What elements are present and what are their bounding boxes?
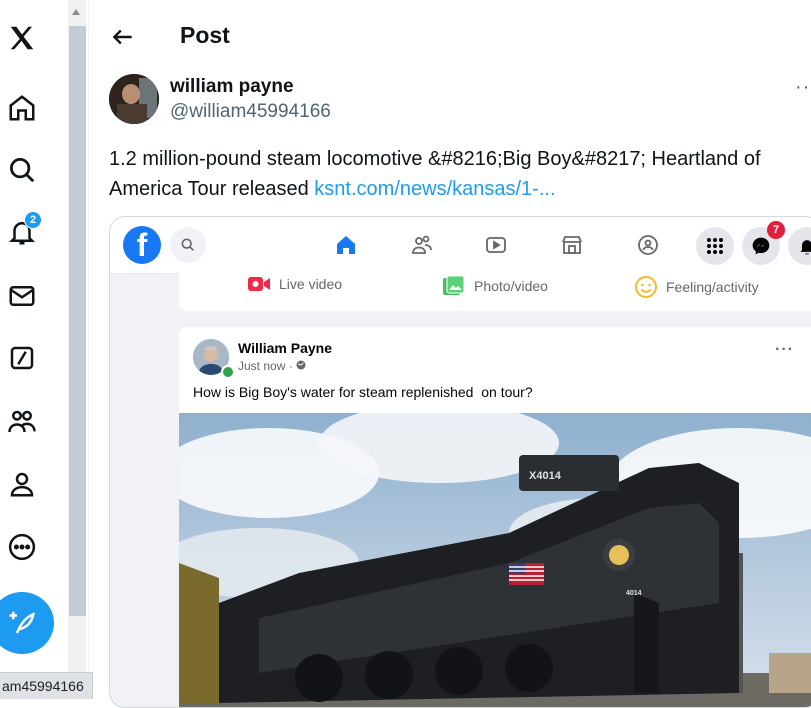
notifications-badge: 2 [24, 211, 42, 229]
fb-home-icon [332, 231, 360, 259]
fb-post-timestamp: Just now · [238, 359, 297, 373]
fb-feeling-label: Feeling/activity [666, 279, 759, 295]
fb-menu-grid-icon [696, 227, 734, 265]
fb-post-meta: Just now · [238, 359, 306, 373]
grok-icon[interactable] [4, 340, 40, 376]
search-icon[interactable] [4, 152, 40, 188]
fb-friends-icon [408, 231, 436, 259]
scrollbar-thumb[interactable] [69, 26, 86, 616]
post-link[interactable]: ksnt.com/news/kansas/1-... [314, 178, 555, 200]
post-text: 1.2 million-pound steam locomotive &#821… [109, 144, 809, 204]
fb-messenger-badge: 7 [767, 221, 785, 239]
fb-marketplace-icon [558, 231, 586, 259]
fb-feeling-action: Feeling/activity [634, 275, 759, 299]
more-options-icon[interactable]: ·· [795, 76, 810, 99]
profile-icon[interactable] [4, 466, 40, 502]
fb-post-text: How is Big Boy's water for steam repleni… [193, 384, 533, 400]
facebook-logo-icon: f [123, 226, 161, 264]
compose-post-button[interactable] [0, 592, 54, 654]
home-icon[interactable] [4, 90, 40, 126]
fb-post-more-icon: ··· [775, 341, 794, 358]
status-bar-url: am45994166 [0, 672, 93, 699]
locomotive-photo: X4014 4014 [179, 413, 811, 707]
fb-public-globe-icon [296, 360, 306, 370]
fb-search-icon [170, 227, 206, 263]
communities-icon[interactable] [4, 404, 40, 440]
author-avatar[interactable] [109, 74, 159, 124]
fb-photo-video-label: Photo/video [474, 278, 548, 294]
fb-groups-icon [634, 231, 662, 259]
page-title: Post [180, 22, 230, 48]
author-name[interactable]: william payne [170, 76, 294, 98]
fb-watch-icon [482, 231, 510, 259]
column-divider [88, 0, 89, 698]
locomotive-front-number: 4014 [626, 590, 642, 597]
fb-online-status-dot [221, 365, 235, 379]
fb-post-author: William Payne [238, 340, 333, 356]
author-handle[interactable]: @william45994166 [170, 101, 331, 123]
fb-notifications-bell-icon [788, 227, 811, 265]
fb-live-video-icon [248, 277, 270, 291]
post-media-image[interactable]: f 7 Live video Photo/video Feeling/activ… [109, 216, 811, 708]
fb-photo-video-icon [443, 275, 465, 295]
x-logo-icon[interactable] [4, 20, 40, 56]
fb-live-video-label: Live video [279, 276, 343, 292]
back-arrow-icon[interactable] [110, 24, 136, 50]
fb-post-card: William Payne Just now · ··· How is Big … [179, 327, 811, 707]
feather-plus-icon [9, 611, 35, 634]
more-circle-icon[interactable] [4, 529, 40, 565]
scrollbar-up-arrow-icon[interactable] [72, 9, 80, 15]
messages-envelope-icon[interactable] [4, 278, 40, 314]
fb-live-video-action: Live video [247, 275, 342, 293]
locomotive-number-plate: X4014 [529, 470, 562, 482]
fb-feeling-smiley-icon [635, 276, 657, 298]
fb-photo-video-action: Photo/video [442, 275, 548, 297]
